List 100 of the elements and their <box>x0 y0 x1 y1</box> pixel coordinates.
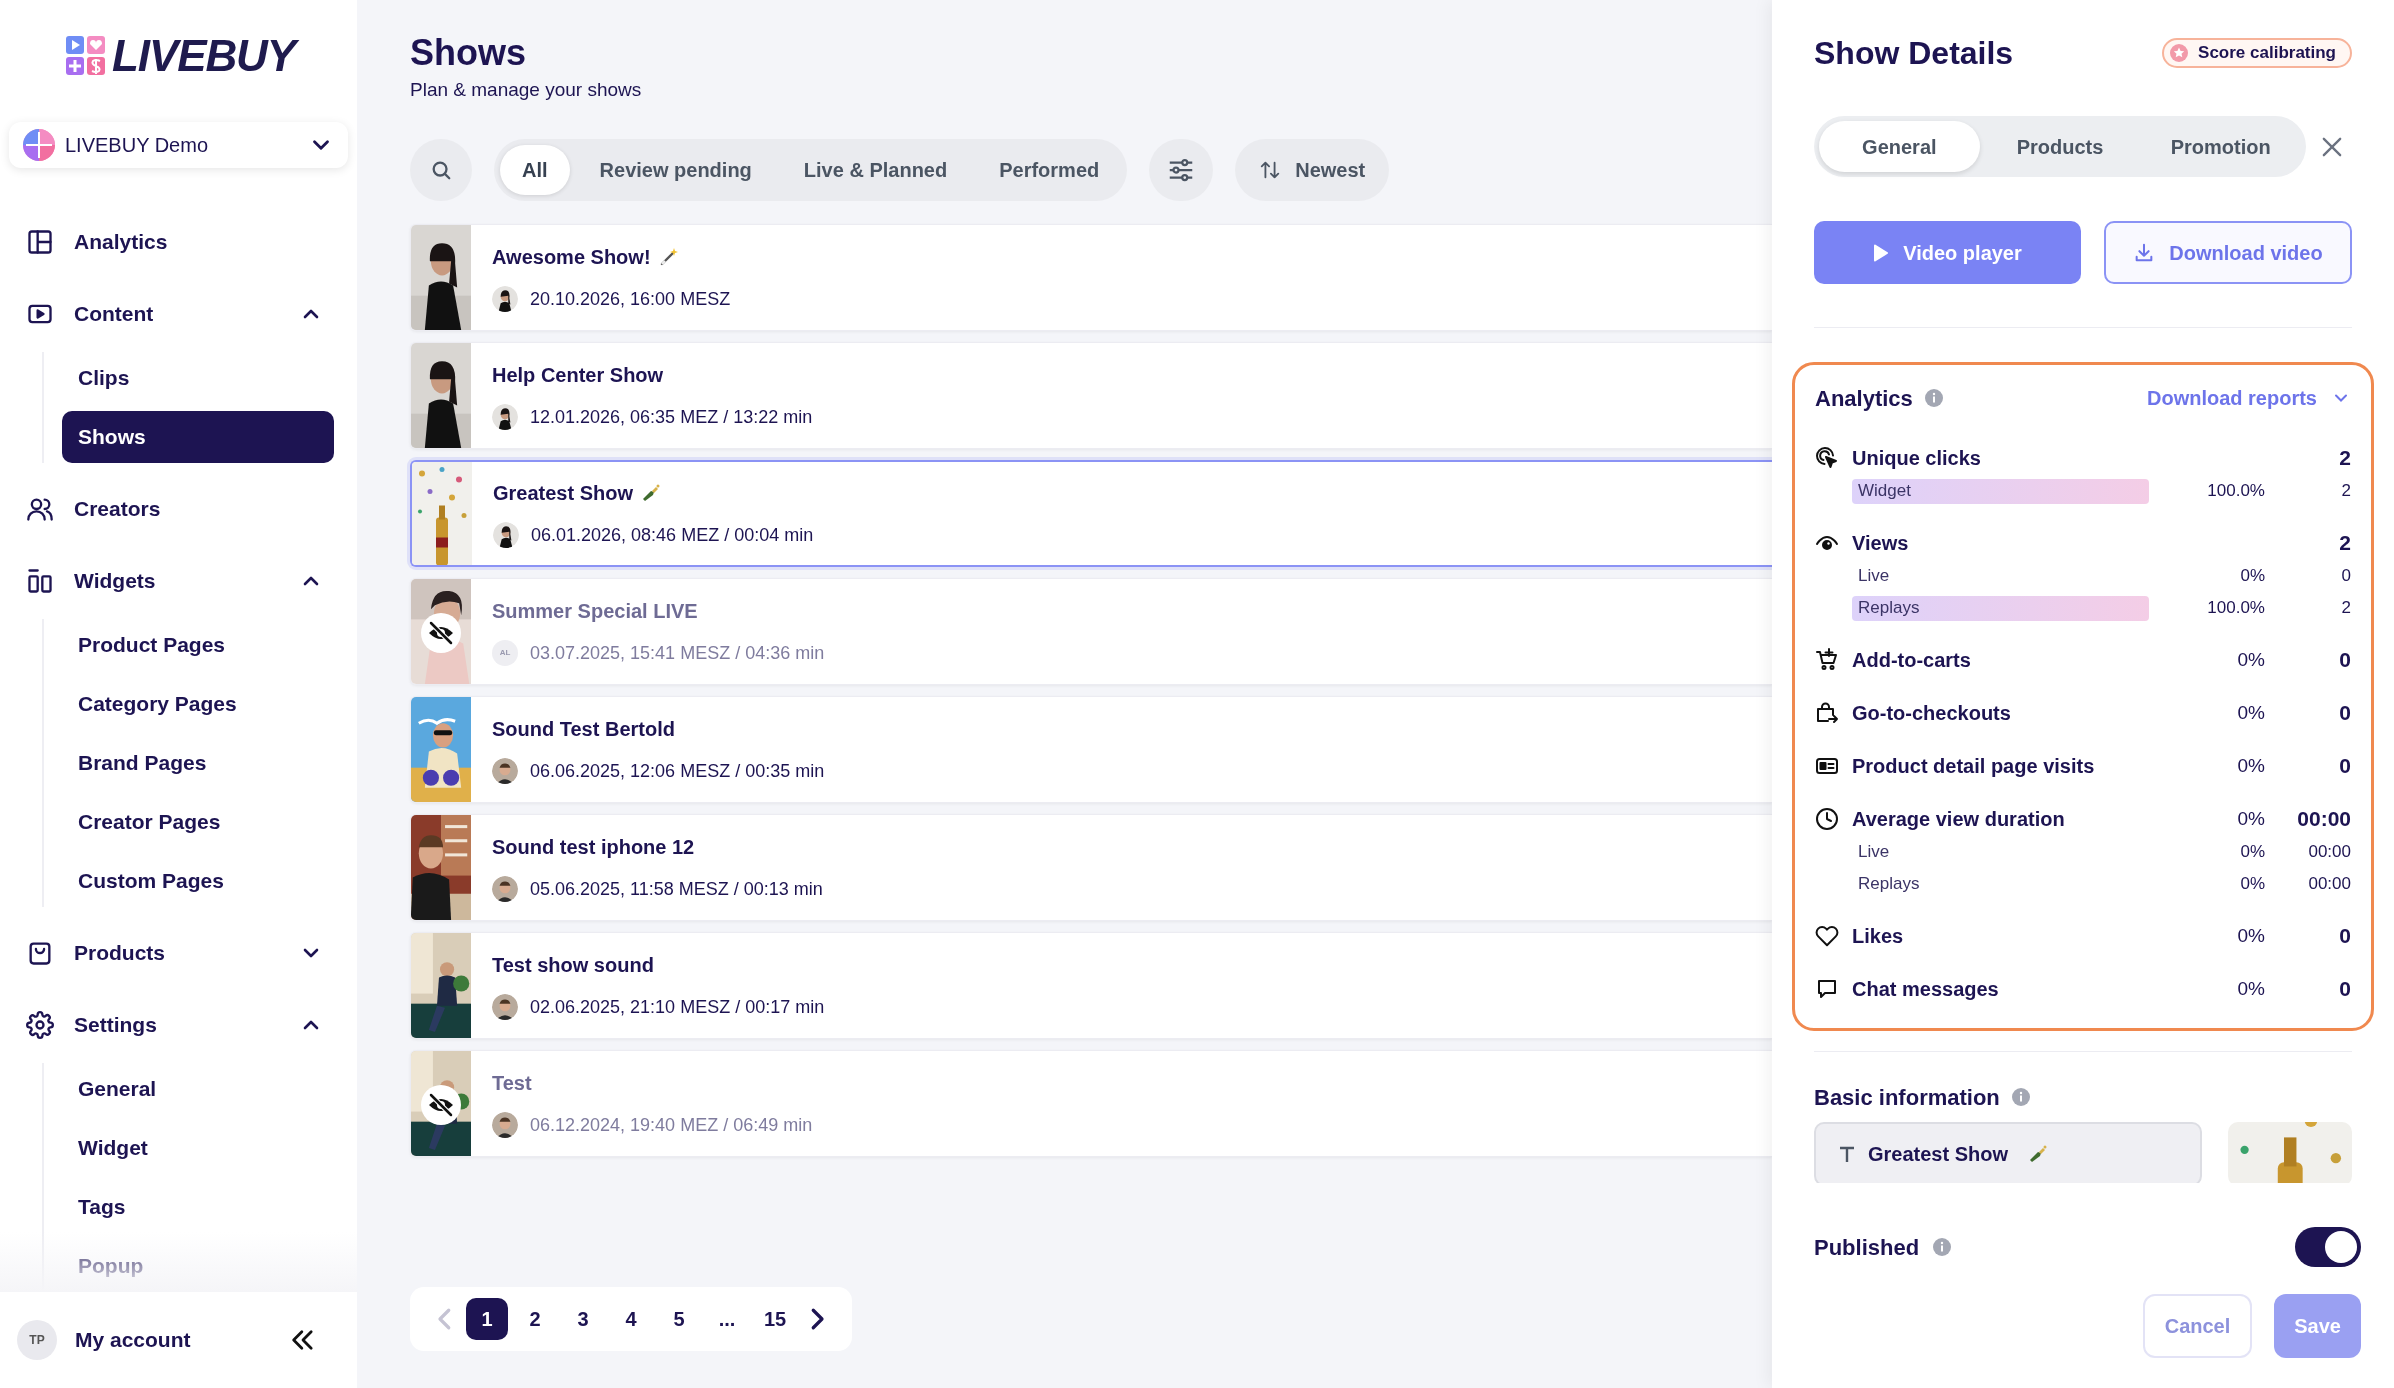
avatar <box>492 876 518 902</box>
show-title: Awesome Show! <box>492 244 651 270</box>
show-meta: 02.06.2025, 21:10 MESZ / 00:17 min <box>530 995 825 1019</box>
page-button[interactable]: 3 <box>562 1298 604 1340</box>
info-icon <box>1924 389 1943 407</box>
cursor-click-icon <box>1815 446 1839 470</box>
filter-tab[interactable]: Performed <box>977 144 1122 195</box>
page-button[interactable]: 15 <box>754 1298 796 1340</box>
avatar <box>492 758 518 784</box>
page-button[interactable]: 1 <box>466 1298 508 1340</box>
show-row[interactable]: Test show sound 02.06.2025, 21:10 MESZ / 00:17 min <box>410 931 1772 1039</box>
chat-icon <box>1815 977 1839 1001</box>
download-video-button[interactable]: Download video <box>2104 221 2352 284</box>
nav-item[interactable]: Creators <box>0 483 357 535</box>
breakdown-label: Live <box>1857 565 1891 588</box>
workspace-name: LIVEBUY Demo <box>65 133 210 158</box>
show-name-field[interactable]: Greatest Show <box>1814 1122 2202 1183</box>
page-button[interactable]: ... <box>706 1298 748 1340</box>
metric-percent: 0% <box>2237 753 2265 778</box>
metric-label: Product detail page visits <box>1852 754 2096 779</box>
settings-icon <box>26 1011 54 1039</box>
breakdown-value: 00:00 <box>2307 841 2351 864</box>
breakdown-label: Live <box>1857 841 1891 864</box>
filter-tab[interactable]: All <box>500 144 570 195</box>
nav-subitem[interactable]: Brand Pages <box>62 737 334 789</box>
nav-item[interactable]: Products <box>0 927 357 979</box>
show-row[interactable]: Help Center Show 12.01.2026, 06:35 MEZ / 13:22 min <box>410 341 1772 449</box>
show-row[interactable]: Sound Test Bertold 06.06.2025, 12:06 MESZ / 00:35 min <box>410 695 1772 803</box>
show-title: Summer Special LIVE <box>492 598 698 624</box>
page-subtitle: Plan & manage your shows <box>410 78 642 102</box>
metric-value: 2 <box>2338 445 2351 472</box>
breakdown-value: 0 <box>2340 565 2351 588</box>
info-icon <box>2011 1088 2030 1106</box>
show-row[interactable]: Sound test iphone 12 05.06.2025, 11:58 MESZ / 00:13 min <box>410 813 1772 921</box>
logo-icon <box>66 36 106 76</box>
metric-value: 0 <box>2338 700 2351 727</box>
nav-subitem[interactable]: Creator Pages <box>62 796 334 848</box>
panel-title: Show Details <box>1814 34 2014 73</box>
section-title: Analytics <box>1815 384 1913 413</box>
filter-tab[interactable]: Live & Planned <box>781 144 970 195</box>
show-meta: 06.01.2026, 08:46 MEZ / 00:04 min <box>531 523 814 547</box>
breakdown-percent: 0% <box>2240 841 2265 864</box>
widgets-icon <box>26 567 54 595</box>
metric-value: 0 <box>2338 647 2351 674</box>
nav-subitem[interactable]: Widget <box>62 1122 334 1174</box>
page-button[interactable]: 4 <box>610 1298 652 1340</box>
heart-icon <box>1815 924 1839 948</box>
nav-subitem[interactable]: Category Pages <box>62 678 334 730</box>
section-title: Basic information <box>1814 1083 2000 1112</box>
show-row[interactable]: Summer Special LIVE AL 03.07.2025, 15:41 MESZ / 04:36 min <box>410 577 1772 685</box>
show-meta: 05.06.2025, 11:58 MESZ / 00:13 min <box>530 877 823 901</box>
panel-tab[interactable]: General <box>1819 121 1980 172</box>
avatar <box>492 1112 518 1138</box>
show-meta: 06.12.2024, 19:40 MEZ / 06:49 min <box>530 1113 813 1137</box>
metric-label: Views <box>1852 531 1910 556</box>
account-switcher[interactable]: LIVEBUY Demo <box>9 122 348 168</box>
published-toggle[interactable] <box>2295 1227 2361 1267</box>
nav-item[interactable]: Settings <box>0 999 357 1051</box>
cart-plus-icon <box>1815 648 1839 672</box>
nav-item[interactable]: Analytics <box>0 216 357 268</box>
show-row[interactable]: Greatest Show 06.01.2026, 08:46 MEZ / 00:04 min <box>410 459 1772 567</box>
download-reports-link[interactable]: Download reports <box>2147 383 2351 413</box>
page-button[interactable]: 2 <box>514 1298 556 1340</box>
breakdown-percent: 100.0% <box>2207 480 2265 503</box>
hidden-eye-icon <box>421 612 461 653</box>
page-button[interactable]: 5 <box>658 1298 700 1340</box>
breakdown-label: Replays <box>1852 595 2149 621</box>
metric-value: 00:00 <box>2296 806 2351 833</box>
nav-subitem[interactable]: Product Pages <box>62 619 334 671</box>
nav-subitem[interactable]: Clips <box>62 352 334 404</box>
filter-tab[interactable]: Review pending <box>577 144 774 195</box>
show-meta: 12.01.2026, 06:35 MEZ / 13:22 min <box>530 405 813 429</box>
avatar <box>492 404 518 430</box>
info-icon <box>1933 1238 1952 1256</box>
wand-icon <box>658 246 679 267</box>
nav-subitem[interactable]: Shows <box>62 411 334 463</box>
show-row[interactable]: Awesome Show! 20.10.2026, 16:00 MESZ <box>410 223 1772 331</box>
sort-button[interactable]: Newest <box>1235 138 1390 201</box>
breakdown-value: 00:00 <box>2307 873 2351 896</box>
show-title: Greatest Show <box>493 480 634 506</box>
show-meta: 03.07.2025, 15:41 MESZ / 04:36 min <box>530 641 825 665</box>
user-avatar: TP <box>17 1320 57 1360</box>
metric-label: Add-to-carts <box>1852 648 1972 673</box>
creator-avatar: AL <box>492 640 518 666</box>
metric-value: 2 <box>2338 530 2351 557</box>
nav-subitem[interactable]: Tags <box>62 1181 334 1233</box>
show-meta: 06.06.2025, 12:06 MESZ / 00:35 min <box>530 759 825 783</box>
metric-label: Go-to-checkouts <box>1852 701 2012 726</box>
hidden-eye-icon <box>421 1084 461 1125</box>
nav-item[interactable]: Content <box>0 288 357 340</box>
panel-tab[interactable]: Promotion <box>2140 121 2301 172</box>
show-row[interactable]: Test 06.12.2024, 19:40 MEZ / 06:49 min <box>410 1049 1772 1157</box>
panel-tab[interactable]: Products <box>1979 121 2141 172</box>
nav-subitem[interactable]: General <box>62 1063 334 1115</box>
workspace-icon <box>23 129 55 161</box>
metric-value: 0 <box>2338 753 2351 780</box>
my-account-link[interactable]: My account <box>75 1324 271 1356</box>
nav-subitem[interactable]: Custom Pages <box>62 855 334 907</box>
nav-item[interactable]: Widgets <box>0 555 357 607</box>
metric-percent: 0% <box>2237 976 2265 1001</box>
